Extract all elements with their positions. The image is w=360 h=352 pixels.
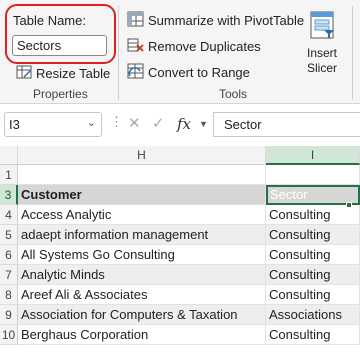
select-all-corner[interactable] (0, 146, 18, 165)
cell[interactable] (266, 165, 360, 185)
table-row-cell[interactable]: Consulting (266, 325, 360, 345)
table-row-cell[interactable]: Consulting (266, 245, 360, 265)
group-divider (118, 6, 119, 100)
table-row-cell[interactable]: Consulting (266, 265, 360, 285)
insert-function-icon[interactable]: fx (177, 115, 191, 133)
resize-table-label: Resize Table (36, 65, 111, 81)
table-row-cell[interactable]: Consulting (266, 225, 360, 245)
table-row-cell[interactable]: Consulting (266, 205, 360, 225)
remove-duplicates-icon (127, 37, 144, 56)
slicer-icon (307, 11, 337, 43)
table-header-cell[interactable]: Customer (18, 185, 266, 205)
properties-group: Table Name: Resize Table Properties (0, 0, 118, 104)
insert-slicer-label-line1: Insert (306, 46, 337, 60)
row-header[interactable]: 6 (0, 245, 18, 265)
convert-to-range-button[interactable]: Convert to Range (127, 62, 250, 82)
properties-group-label: Properties (33, 87, 88, 101)
row-header[interactable]: 5 (0, 225, 18, 245)
chevron-down-icon[interactable]: ⌄ (87, 116, 96, 129)
summarize-pivottable-label: Summarize with PivotTable (148, 12, 305, 28)
table-row-cell[interactable]: Analytic Minds (18, 265, 266, 285)
convert-range-icon (127, 63, 144, 82)
cancel-icon[interactable]: ✕ (128, 114, 141, 132)
table-name-label: Table Name: (13, 13, 86, 28)
chevron-down-icon[interactable]: ▼ (199, 119, 208, 129)
row-header[interactable]: 10 (0, 325, 18, 345)
row-header[interactable]: 3 (0, 185, 18, 205)
resize-table-icon (16, 65, 32, 82)
table-row-cell[interactable]: Association for Computers & Taxation (18, 305, 266, 325)
formula-input[interactable]: Sector (213, 112, 360, 137)
row-header[interactable]: 9 (0, 305, 18, 325)
name-box-value: I3 (9, 117, 20, 132)
group-divider (352, 6, 353, 100)
table-row-cell[interactable]: All Systems Go Consulting (18, 245, 266, 265)
table-row-cell[interactable]: Berghaus Corporation (18, 325, 266, 345)
summarize-pivottable-button[interactable]: Summarize with PivotTable (127, 10, 304, 30)
table-row-cell[interactable]: Consulting (266, 285, 360, 305)
table-name-input[interactable] (12, 35, 107, 56)
column-header-h[interactable]: H (18, 146, 266, 165)
ribbon: Table Name: Resize Table Properties (0, 0, 360, 104)
row-header[interactable]: 8 (0, 285, 18, 305)
table-row-cell[interactable]: Areef Ali & Associates (18, 285, 266, 305)
row-header[interactable]: 4 (0, 205, 18, 225)
table-row-cell[interactable]: Access Analytic (18, 205, 266, 225)
enter-check-icon[interactable]: ✓ (152, 114, 165, 132)
remove-duplicates-label: Remove Duplicates (148, 38, 261, 54)
excel-window: Table Name: Resize Table Properties (0, 0, 360, 352)
column-header-i[interactable]: I (266, 146, 360, 165)
insert-slicer-button[interactable]: Insert Slicer (300, 10, 344, 76)
name-box[interactable]: I3 ⌄ (4, 112, 102, 137)
formula-value: Sector (224, 117, 262, 132)
cell[interactable] (18, 165, 266, 185)
table-row-cell[interactable]: adaept information management (18, 225, 266, 245)
more-options-icon[interactable]: ⋮ (110, 114, 123, 130)
tools-group-label: Tools (219, 87, 248, 101)
row-header[interactable]: 1 (0, 165, 18, 185)
row-header[interactable]: 7 (0, 265, 18, 285)
pivot-table-icon (127, 11, 144, 30)
remove-duplicates-button[interactable]: Remove Duplicates (127, 36, 261, 56)
insert-slicer-label-line2: Slicer (306, 61, 337, 75)
table-row-cell[interactable]: Associations (266, 305, 360, 325)
resize-table-button[interactable]: Resize Table (16, 64, 110, 82)
convert-to-range-label: Convert to Range (148, 64, 250, 80)
